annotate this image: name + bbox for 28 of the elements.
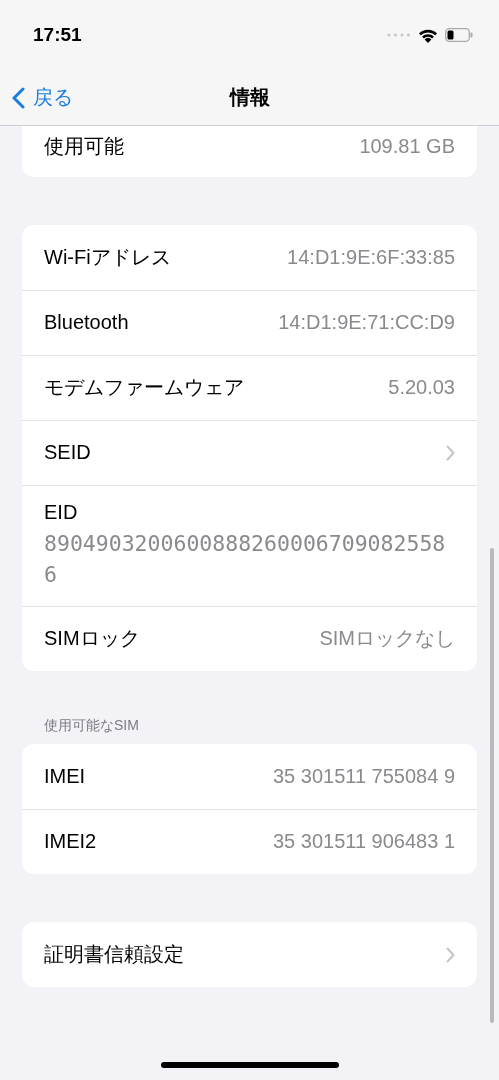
settings-row[interactable]: 証明書信頼設定 (22, 922, 477, 988)
row-label: SIMロック (44, 626, 141, 652)
chevron-icon (446, 444, 455, 461)
row-label: Bluetooth (44, 311, 130, 334)
row-value: 5.20.03 (388, 376, 455, 399)
status-time: 17:51 (33, 24, 83, 46)
settings-row[interactable]: SEID (22, 420, 477, 485)
signal-icon (387, 33, 411, 37)
section-header: 使用可能なSIM (44, 717, 139, 734)
row-label: モデムファームウェア (44, 375, 245, 400)
row-value: 109.81 GB (359, 135, 455, 158)
row-label: IMEI (44, 765, 87, 789)
row-value: 89049032006008882600067090825586 (44, 530, 446, 590)
row-label: EID (44, 501, 78, 524)
row-label: Wi-Fiアドレス (44, 245, 172, 270)
row-value: 14:D1:9E:71:CC:D9 (278, 311, 455, 334)
row-value: 14:D1:9E:6F:33:85 (287, 246, 455, 269)
row-label: IMEI2 (44, 830, 98, 854)
wifi-icon (418, 27, 438, 43)
back-chevron-icon (12, 86, 25, 109)
row-value: SIMロックなし (319, 626, 455, 652)
row-value: 35 301511 906483 1 (272, 830, 455, 854)
chevron-icon (446, 946, 455, 963)
battery-icon (445, 28, 473, 42)
back-button[interactable]: 戻る (12, 84, 73, 111)
row-label: 使用可能 (44, 134, 125, 159)
row-value: 35 301511 755084 9 (272, 765, 455, 789)
nav-title: 情報 (229, 86, 270, 108)
